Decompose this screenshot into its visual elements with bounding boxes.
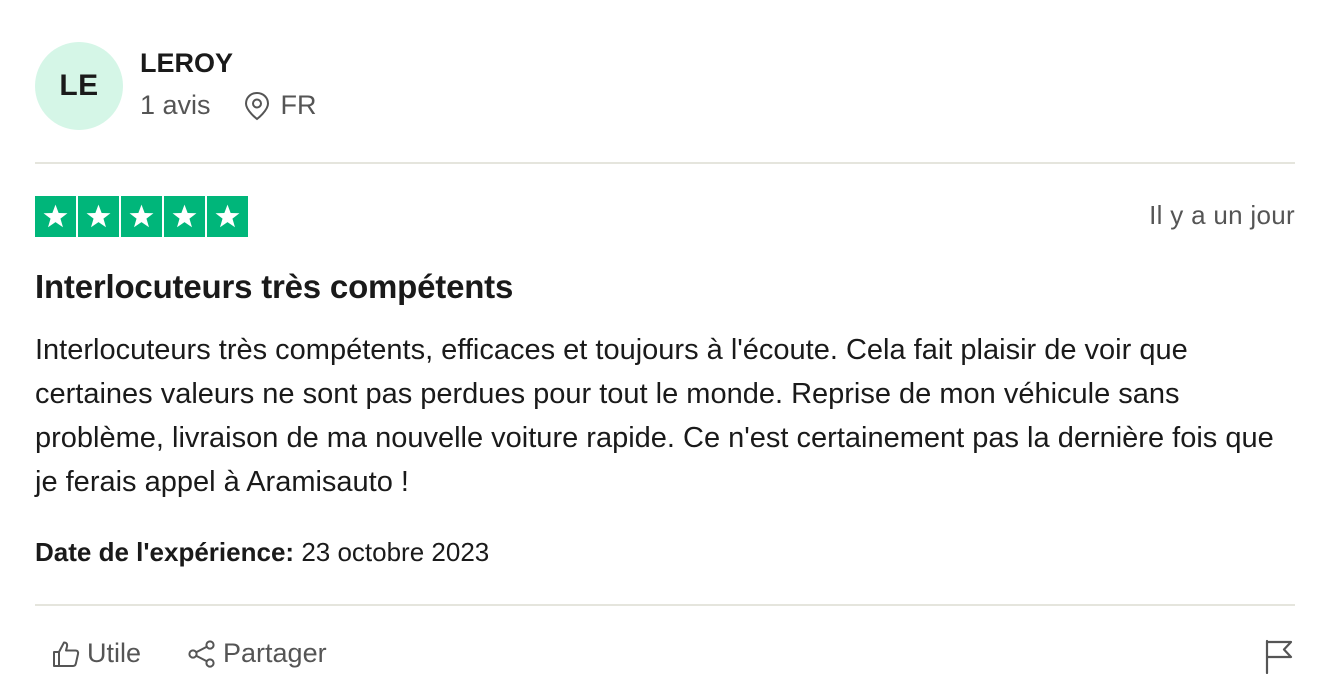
- star-icon: [164, 196, 205, 237]
- avatar[interactable]: LE: [35, 42, 123, 130]
- review-title[interactable]: Interlocuteurs très compétents: [35, 268, 513, 306]
- thumbs-up-icon: [53, 641, 80, 667]
- share-label: Partager: [223, 638, 327, 668]
- review-date: Il y a un jour: [1149, 200, 1295, 230]
- star-icon: [207, 196, 248, 237]
- location-pin-icon: [243, 91, 271, 121]
- star-icon: [35, 196, 76, 237]
- share-button[interactable]: Partager: [187, 638, 327, 669]
- consumer-meta: 1 avis FR: [140, 90, 317, 121]
- consumer-header: LE LEROY 1 avis FR: [35, 42, 1295, 132]
- share-icon: [188, 639, 215, 668]
- star-icon: [121, 196, 162, 237]
- useful-label: Utile: [87, 638, 142, 668]
- report-button[interactable]: [1263, 638, 1295, 675]
- experience-date-label: Date de l'expérience:: [35, 537, 295, 567]
- consumer-country: FR: [280, 90, 317, 120]
- experience-date: Date de l'expérience: 23 octobre 2023: [35, 537, 489, 568]
- consumer-name[interactable]: LEROY: [140, 48, 233, 79]
- useful-button[interactable]: Utile: [51, 638, 141, 669]
- star-icon: [78, 196, 119, 237]
- review-card: LE LEROY 1 avis FR Il y a un jour Interl…: [35, 0, 1295, 700]
- divider: [35, 162, 1295, 164]
- review-actions: Utile Partager: [51, 638, 373, 669]
- review-body: Interlocuteurs très compétents, efficace…: [35, 334, 1274, 498]
- flag-icon: [1265, 639, 1293, 675]
- divider: [35, 604, 1295, 606]
- star-rating: [35, 196, 248, 237]
- experience-date-value: 23 octobre 2023: [301, 537, 490, 567]
- review-count: 1 avis: [140, 90, 211, 120]
